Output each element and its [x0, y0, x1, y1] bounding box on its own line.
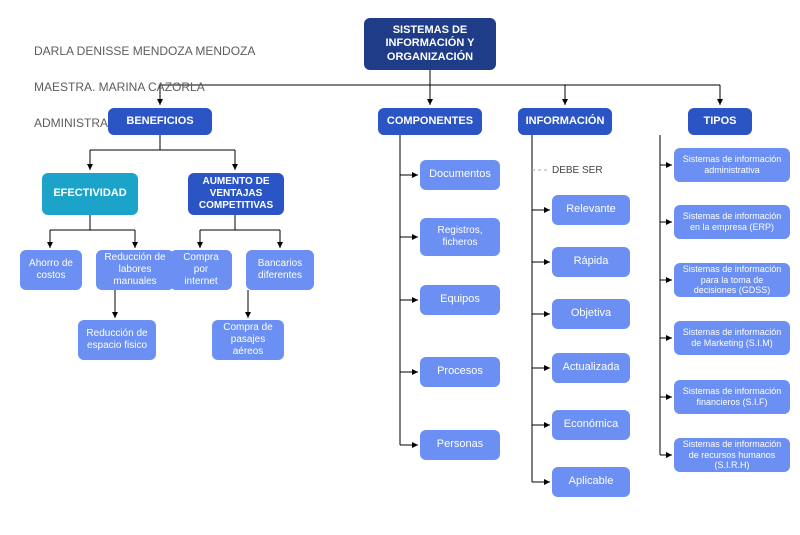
node-equipos: Equipos	[420, 285, 500, 315]
node-reduccion-labores: Reducción de labores manuales	[96, 250, 174, 290]
node-beneficios: BENEFICIOS	[108, 108, 212, 135]
node-actualizada: Actualizada	[552, 353, 630, 383]
node-procesos: Procesos	[420, 357, 500, 387]
node-documentos: Documentos	[420, 160, 500, 190]
node-informacion: INFORMACIÓN	[518, 108, 612, 135]
node-registros: Registros, ficheros	[420, 218, 500, 256]
node-compra-internet: Compra por internet	[170, 250, 232, 290]
node-tipo-sif: Sistemas de información financieros (S.I…	[674, 380, 790, 414]
node-rapida: Rápida	[552, 247, 630, 277]
node-tipo-sim: Sistemas de información de Marketing (S.…	[674, 321, 790, 355]
node-personas: Personas	[420, 430, 500, 460]
node-relevante: Relevante	[552, 195, 630, 225]
header-line1: DARLA DENISSE MENDOZA MENDOZA	[34, 44, 255, 58]
node-objetiva: Objetiva	[552, 299, 630, 329]
node-tipo-sirh: Sistemas de información de recursos huma…	[674, 438, 790, 472]
header-line2: MAESTRA. MARINA CAZORLA	[34, 80, 205, 94]
node-ventajas: AUMENTO DE VENTAJAS COMPETITIVAS	[188, 173, 284, 215]
node-pasajes-aereos: Compra de pasajes aéreos	[212, 320, 284, 360]
node-ahorro-costos: Ahorro de costos	[20, 250, 82, 290]
node-componentes: COMPONENTES	[378, 108, 482, 135]
node-efectividad: EFECTIVIDAD	[42, 173, 138, 215]
label-debe-ser: DEBE SER	[552, 165, 603, 176]
node-tipos: TIPOS	[688, 108, 752, 135]
node-reduccion-espacio: Reducción de espacio fisico	[78, 320, 156, 360]
node-root: SISTEMAS DE INFORMACIÓN Y ORGANIZACIÓN	[364, 18, 496, 70]
node-economica: Económica	[552, 410, 630, 440]
node-tipo-erp: Sistemas de información en la empresa (E…	[674, 205, 790, 239]
node-bancarios: Bancarios diferentes	[246, 250, 314, 290]
node-tipo-administrativa: Sistemas de información administrativa	[674, 148, 790, 182]
node-tipo-gdss: Sistemas de información para la toma de …	[674, 263, 790, 297]
node-aplicable: Aplicable	[552, 467, 630, 497]
